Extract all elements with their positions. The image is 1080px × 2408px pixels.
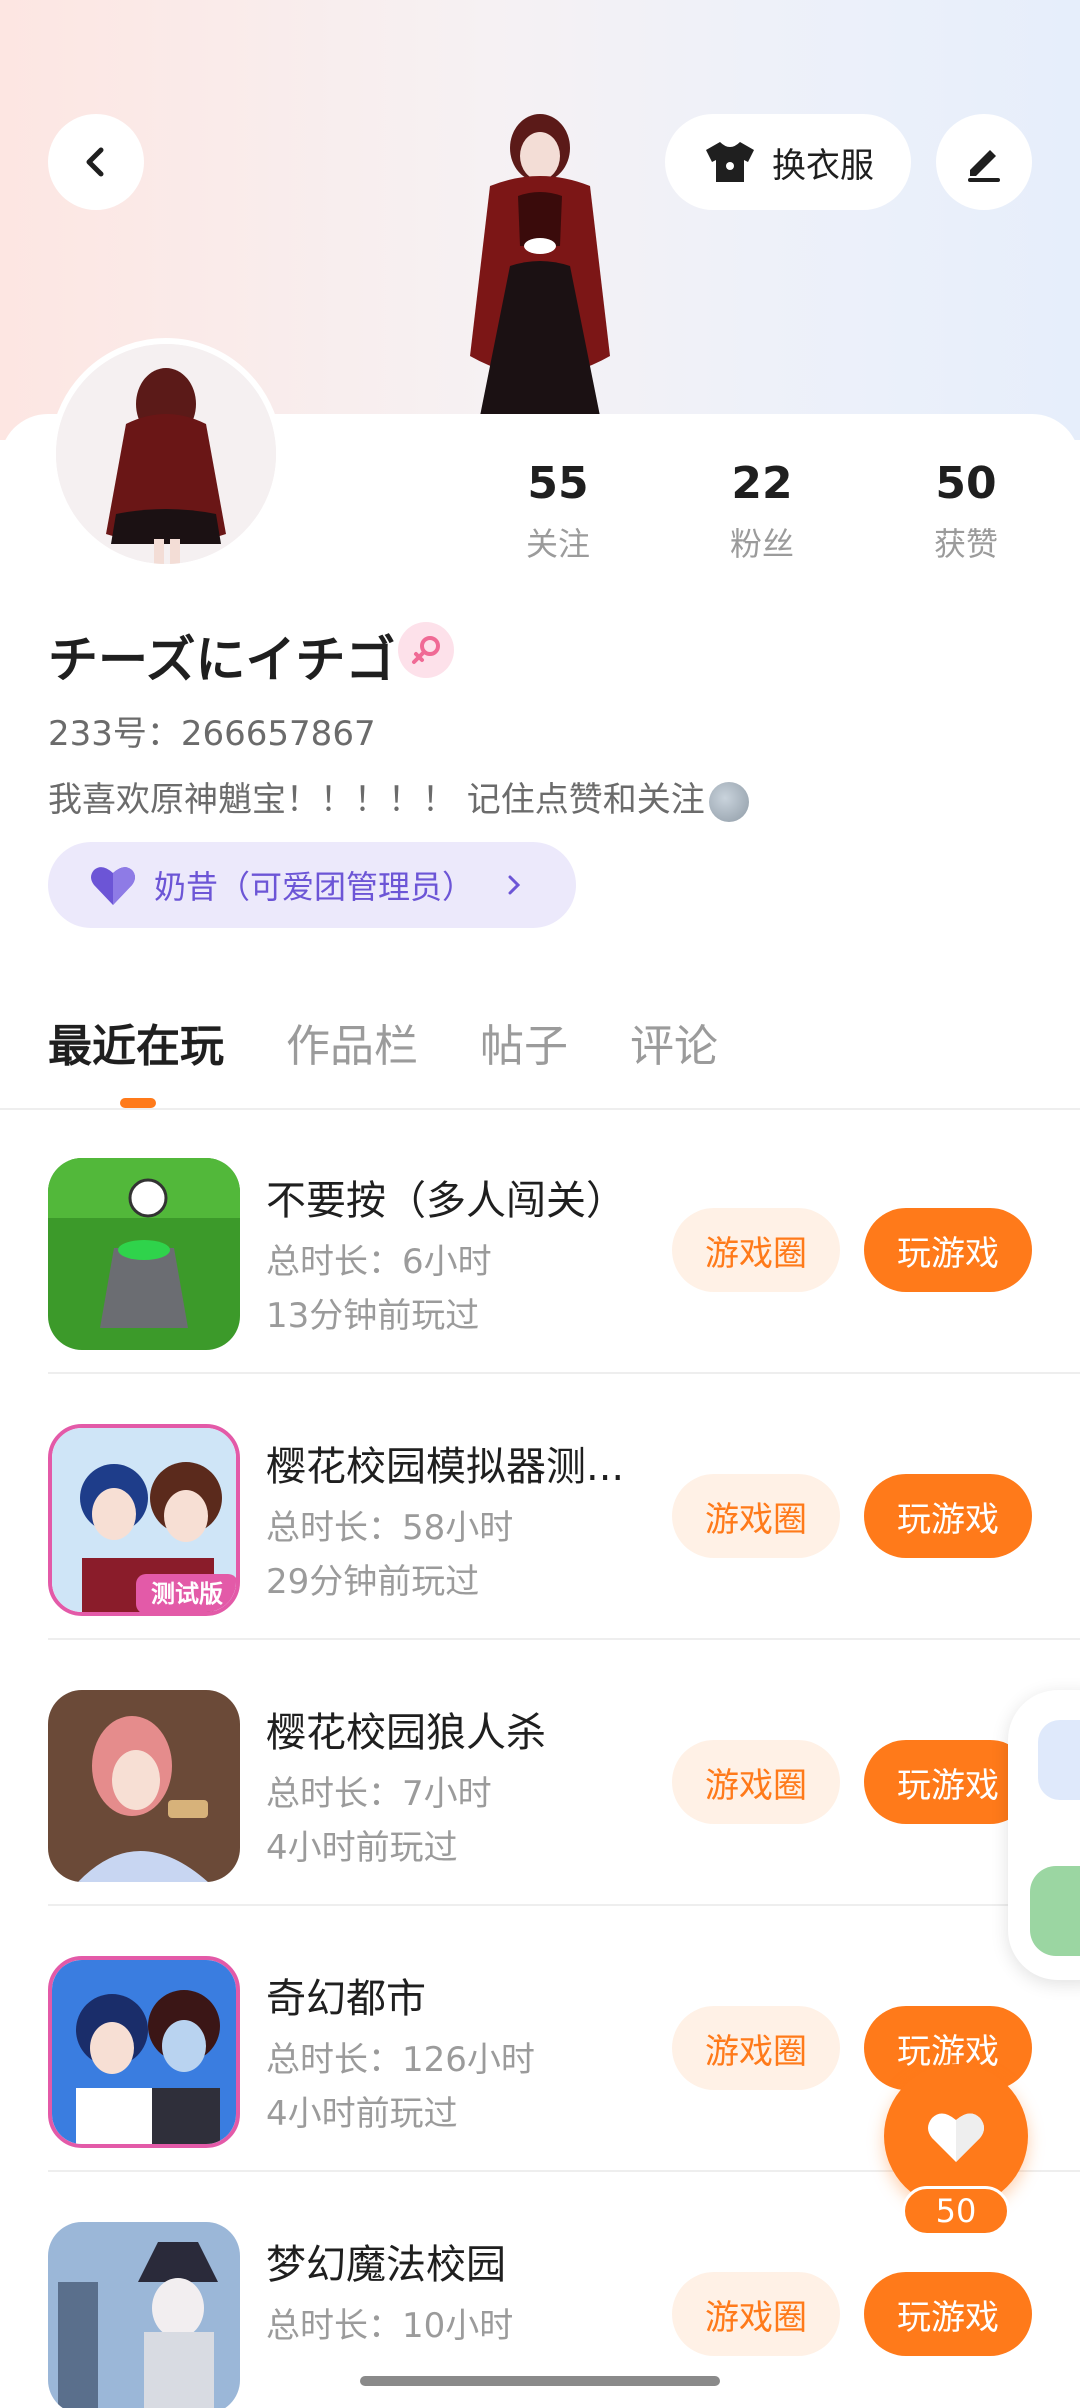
floating-side-widget[interactable] [1008,1690,1080,1980]
game-title: 奇幻都市 [266,1976,426,2022]
game-icon-label: 测试版 [151,1580,223,1608]
game-title: 樱花校园模拟器测... [266,1444,625,1490]
stat-likes-label: 获赞 [933,525,998,563]
floating-app-icon[interactable] [1038,1720,1080,1800]
game-icon: 测试版 [48,1424,240,1616]
shirt-icon [706,142,754,182]
game-icon [48,1158,240,1350]
stat-likes-count: 50 [935,458,997,509]
username: チーズにイチゴ [48,631,396,689]
stat-following-label: 关注 [525,525,590,563]
game-icon [48,1690,240,1882]
avatar[interactable] [50,338,282,570]
avatar-figure [56,344,276,564]
group-badge[interactable]: 奶昔（可爱团管理员） [48,842,576,928]
game-row[interactable]: 不要按（多人闯关） 总时长：6小时 13分钟前玩过 游戏圈 玩游戏 [48,1108,1080,1374]
stat-following[interactable]: 55 关注 [488,458,628,565]
like-count: 50 [902,2186,1010,2236]
stat-following-count: 55 [527,458,589,509]
game-duration: 总时长：58小时 [266,1508,514,1548]
heart-icon [91,867,135,905]
game-icon [48,2222,240,2408]
moon-emoji-icon [708,781,749,822]
play-game-button[interactable]: 玩游戏 [864,1740,1032,1824]
game-title: 梦幻魔法校园 [266,2242,506,2288]
tab-posts[interactable]: 帖子 [480,1010,568,1074]
game-row[interactable]: 樱花校园狼人杀 总时长：7小时 4小时前玩过 游戏圈 玩游戏 [48,1640,1080,1906]
home-indicator[interactable] [360,2376,720,2386]
stat-followers-label: 粉丝 [729,525,794,563]
tab-comments[interactable]: 评论 [630,1010,718,1074]
game-circle-button[interactable]: 游戏圈 [672,1474,840,1558]
bio-text: 我喜欢原神魈宝！！！！！ 记住点赞和关注 [48,780,705,820]
game-duration: 总时长：6小时 [266,1242,492,1282]
change-outfit-label: 换衣服 [772,145,874,186]
play-game-button[interactable]: 玩游戏 [864,1208,1032,1292]
play-game-button[interactable]: 玩游戏 [864,2272,1032,2356]
play-game-button[interactable]: 玩游戏 [864,1474,1032,1558]
game-title: 不要按（多人闯关） [266,1178,626,1224]
game-circle-button[interactable]: 游戏圈 [672,2272,840,2356]
pencil-icon [968,150,1000,182]
tab-indicator [120,1098,156,1108]
game-last-played: 29分钟前玩过 [266,1562,480,1602]
game-circle-button[interactable]: 游戏圈 [672,1208,840,1292]
chevron-left-icon [86,147,104,177]
game-circle-button[interactable]: 游戏圈 [672,1740,840,1824]
female-icon [398,622,454,678]
group-badge-label: 奶昔（可爱团管理员） [154,868,475,906]
heart-icon [928,2113,984,2162]
bio: 我喜欢原神魈宝！！！！！ 记住点赞和关注 [48,772,749,822]
game-icon [48,1956,240,2148]
chevron-right-icon [508,875,521,895]
user-id: 233号：266657867 [48,714,376,754]
game-row[interactable]: 测试版 樱花校园模拟器测... 总时长：58小时 29分钟前玩过 游戏圈 玩游戏 [48,1374,1080,1640]
game-last-played: 4小时前玩过 [266,2094,458,2134]
floating-chat-icon[interactable] [1030,1866,1080,1956]
game-circle-button[interactable]: 游戏圈 [672,2006,840,2090]
stat-followers[interactable]: 22 粉丝 [692,458,832,565]
stat-followers-count: 22 [731,458,793,509]
game-title: 樱花校园狼人杀 [266,1710,546,1756]
stat-likes[interactable]: 50 获赞 [896,458,1036,565]
game-last-played: 13分钟前玩过 [266,1296,480,1336]
avatar-3d-figure [470,114,610,416]
profile-tabs: 最近在玩 作品栏 帖子 评论 [48,1010,718,1074]
game-duration: 总时长：10小时 [266,2306,514,2346]
tab-recently-played[interactable]: 最近在玩 [48,1010,224,1074]
game-duration: 总时长：126小时 [266,2040,535,2080]
tab-works[interactable]: 作品栏 [286,1010,418,1074]
edit-profile-button[interactable] [936,114,1032,210]
back-button[interactable] [48,114,144,210]
game-last-played: 4小时前玩过 [266,1828,458,1868]
change-outfit-button[interactable]: 换衣服 [665,114,911,210]
game-duration: 总时长：7小时 [266,1774,492,1814]
